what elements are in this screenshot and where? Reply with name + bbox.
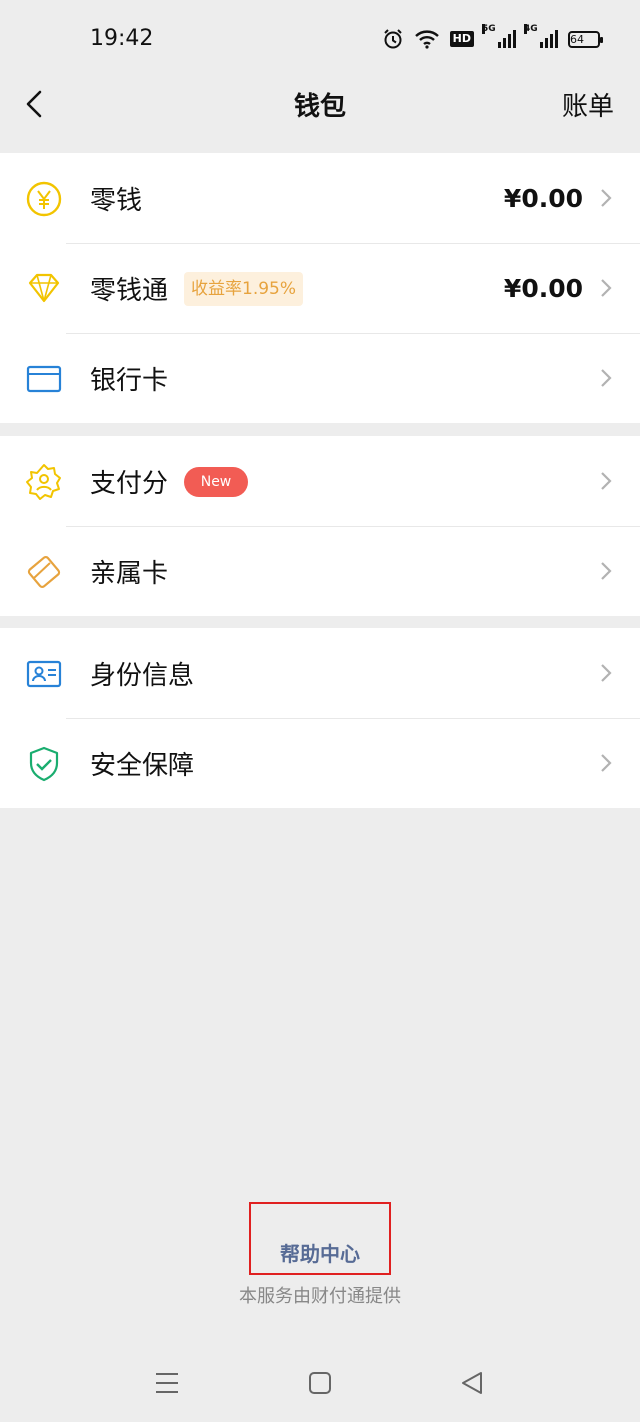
security-shield-icon: [29, 746, 59, 782]
bank-card-icon: [26, 365, 62, 393]
status-bar: 19:42 HD 5G 4G 64: [0, 0, 640, 78]
hd-badge: HD: [449, 31, 474, 47]
wifi-icon: [414, 29, 440, 49]
home-square-icon: [309, 1372, 331, 1394]
help-center-link[interactable]: 帮助中心: [0, 1238, 640, 1267]
wallet-group-funds: 零钱 ¥0.00 零钱通 收益率1.95% ¥0.00 银行卡: [0, 153, 640, 423]
row-label: 亲属卡: [90, 558, 169, 589]
bill-button[interactable]: 账单: [562, 86, 614, 123]
yuan-icon: [26, 181, 62, 217]
row-change[interactable]: 零钱 ¥0.00: [0, 153, 640, 243]
menu-button[interactable]: [147, 1360, 187, 1406]
chevron-right-icon: [601, 279, 612, 297]
alarm-icon: [382, 28, 404, 50]
family-card-icon: [27, 555, 61, 589]
row-label: 身份信息: [90, 660, 195, 691]
row-label: 银行卡: [90, 365, 169, 396]
balance-amount: ¥0.00: [503, 273, 583, 303]
provider-note: 本服务由财付通提供: [239, 1286, 401, 1307]
diamond-icon: [28, 273, 60, 303]
back-system-button[interactable]: [452, 1360, 492, 1406]
row-family-card[interactable]: 亲属卡: [0, 526, 640, 616]
row-bank-card[interactable]: 银行卡: [0, 333, 640, 423]
new-badge: New: [184, 467, 248, 497]
row-security[interactable]: 安全保障: [0, 718, 640, 808]
system-nav-bar: [0, 1360, 640, 1406]
row-label: 安全保障: [90, 750, 195, 781]
battery-icon: 64: [568, 30, 603, 48]
balance-amount: ¥0.00: [503, 183, 583, 213]
chevron-right-icon: [601, 664, 612, 682]
pay-score-icon: [26, 464, 61, 500]
signal-4g-icon: 4G: [524, 24, 558, 48]
status-time: 19:42: [90, 26, 154, 51]
chevron-right-icon: [601, 369, 612, 387]
row-licaitong[interactable]: 零钱通 收益率1.95% ¥0.00: [0, 243, 640, 333]
home-button[interactable]: [300, 1360, 340, 1406]
row-pay-score[interactable]: 支付分 New: [0, 436, 640, 526]
id-card-icon: [26, 660, 62, 688]
back-triangle-icon: [462, 1372, 482, 1394]
row-identity[interactable]: 身份信息: [0, 628, 640, 718]
nav-bar: 钱包 账单: [0, 68, 640, 138]
wallet-group-account: 身份信息 安全保障: [0, 628, 640, 808]
row-label: 零钱通: [90, 275, 169, 306]
chevron-right-icon: [601, 189, 612, 207]
page-title: 钱包: [293, 92, 346, 122]
row-label: 支付分: [90, 468, 169, 499]
chevron-right-icon: [601, 754, 612, 772]
row-label: 零钱: [90, 185, 143, 216]
menu-icon: [156, 1373, 178, 1393]
chevron-right-icon: [601, 562, 612, 580]
chevron-right-icon: [601, 472, 612, 490]
yield-rate-tag: 收益率1.95%: [184, 272, 304, 306]
signal-5g-icon: 5G: [482, 24, 516, 48]
wallet-group-services: 支付分 New 亲属卡: [0, 436, 640, 616]
status-icons: HD 5G 4G 64: [382, 24, 603, 50]
